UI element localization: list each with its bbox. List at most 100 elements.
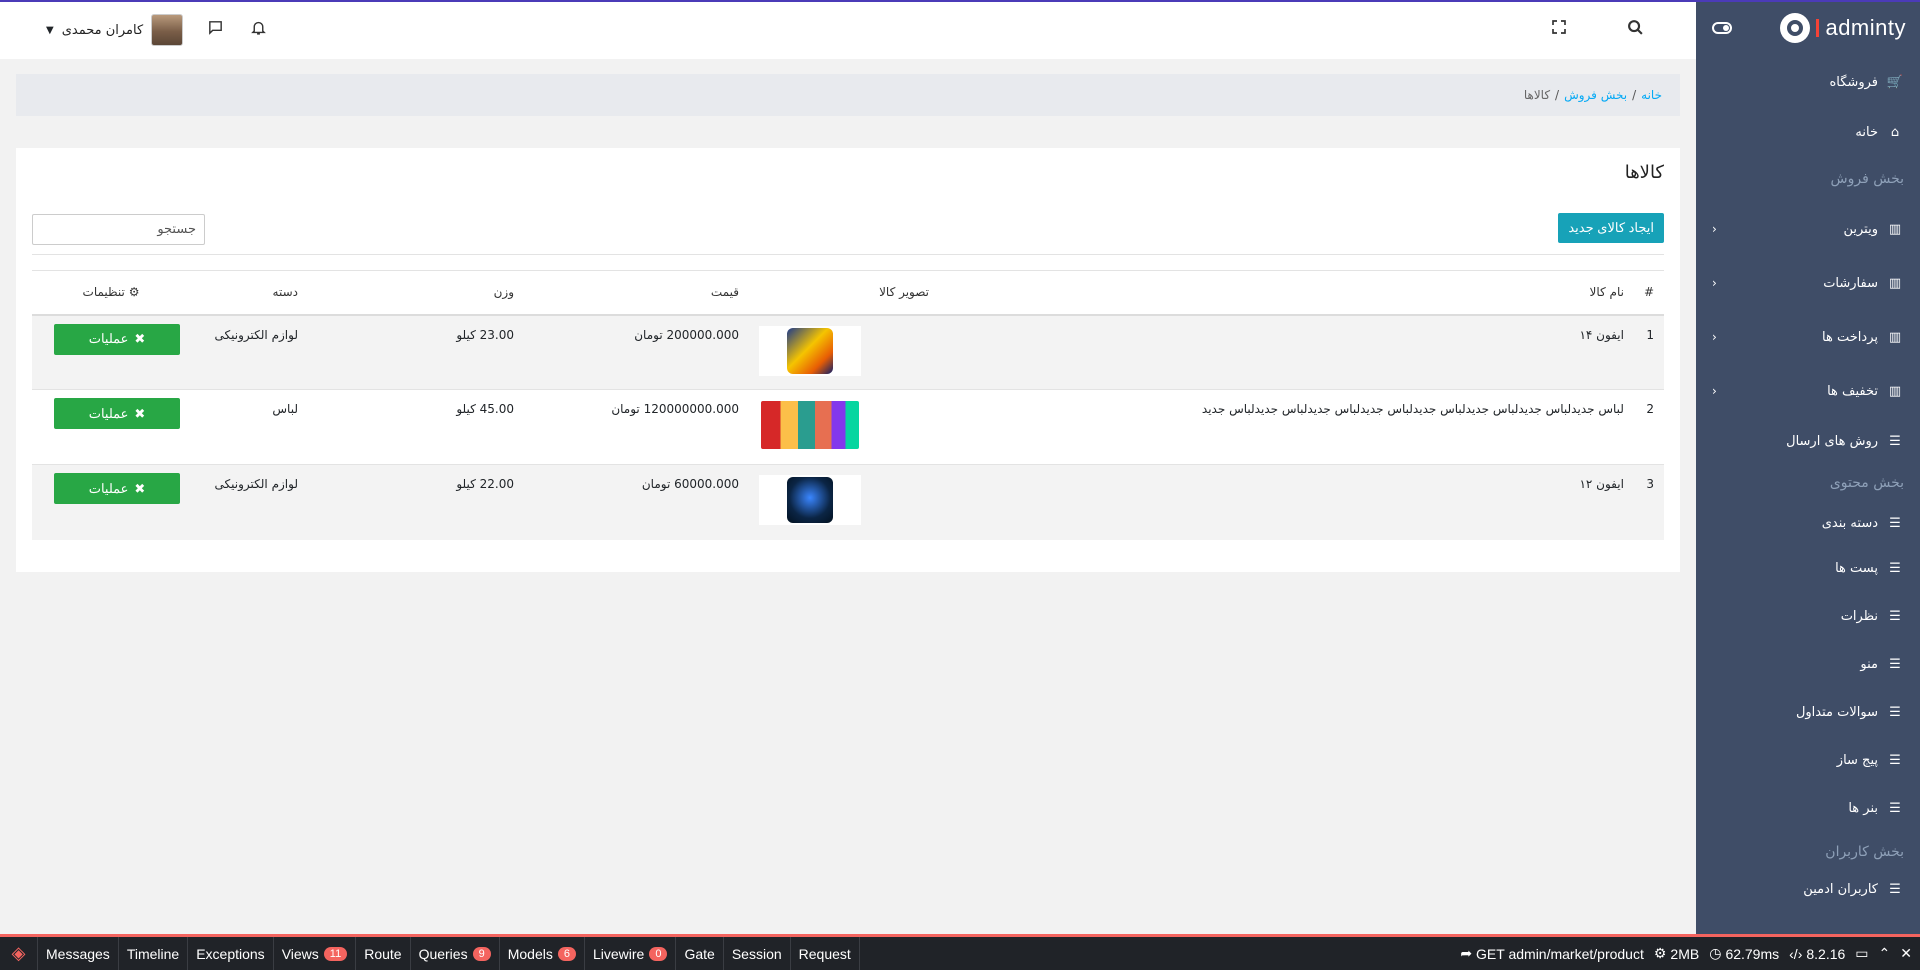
products-card: کالاها ایجاد کالای جدید # نام کالا تصویر… <box>16 148 1680 572</box>
debug-tab[interactable]: Route <box>356 937 411 970</box>
sidebar-item[interactable]: ▥ سفارشات ‹ <box>1696 256 1920 310</box>
clock-icon: ◷ <box>1709 945 1722 961</box>
brand-divider <box>1816 19 1820 37</box>
search-icon[interactable] <box>1627 19 1644 40</box>
list-icon: ☰ <box>1889 608 1901 624</box>
sidebar-toggle-icon[interactable] <box>1712 22 1732 34</box>
close-icon[interactable]: ✕ <box>1900 945 1912 962</box>
chevron-left-icon: ‹ <box>1712 276 1717 290</box>
chevron-up-icon[interactable]: ⌃ <box>1879 945 1891 962</box>
sidebar-item[interactable]: ☰ نظرات <box>1696 592 1920 640</box>
sidebar-nav: 🛒 فروشگاه ⌂ خانه بخش فروش ▥ ویترین ‹ ▥ سفارشات ‹… <box>1696 56 1920 906</box>
avatar <box>151 14 184 46</box>
code-icon: ‹/› <box>1789 945 1803 962</box>
operations-button[interactable]: ✖ عملیات <box>54 323 180 355</box>
cell-num: 2 <box>1633 389 1664 465</box>
sidebar-item[interactable]: ⌂ خانه <box>1696 108 1920 156</box>
cell-image <box>749 389 939 465</box>
sidebar-item[interactable]: ☰ کاربران ادمین <box>1696 872 1920 906</box>
fullscreen-icon[interactable] <box>1551 19 1567 39</box>
col-settings: ⚙ تنظیمات <box>32 270 190 316</box>
tools-icon: ✖ <box>134 331 146 346</box>
logo-icon <box>1780 13 1811 43</box>
sidebar-item[interactable]: ☰ پیج ساز <box>1696 736 1920 784</box>
sidebar-item-label: بنر ها <box>1848 800 1878 816</box>
cell-image <box>749 464 939 540</box>
operations-button[interactable]: ✖ عملیات <box>54 398 180 429</box>
brand-logo-group[interactable]: adminty <box>1780 13 1906 43</box>
sidebar-item[interactable]: ▥ تخفیف ها ‹ <box>1696 364 1920 418</box>
sidebar-item[interactable]: ☰ روش های ارسال <box>1696 418 1920 464</box>
top-header: ▼ کامران محمدی <box>0 2 1696 59</box>
operations-button[interactable]: ✖ عملیات <box>54 473 180 504</box>
debug-memory: ⚙ 2MB <box>1654 945 1699 962</box>
chat-icon[interactable] <box>207 19 224 40</box>
sidebar-item-label: خانه <box>1855 124 1878 140</box>
cell-num: 3 <box>1633 464 1664 540</box>
chart-icon: ▥ <box>1888 275 1902 291</box>
sidebar-item[interactable]: ☰ دسته بندی <box>1696 502 1920 544</box>
sidebar-item-label: فروشگاه <box>1829 74 1878 90</box>
debug-tab[interactable]: Messages <box>38 937 119 970</box>
chart-icon: ▥ <box>1888 329 1902 345</box>
debug-tab[interactable]: Models 6 <box>500 937 585 970</box>
chevron-left-icon: ‹ <box>1712 384 1717 398</box>
debug-tab[interactable]: Livewire 0 <box>585 937 677 970</box>
chevron-left-icon: ‹ <box>1712 222 1717 236</box>
list-icon: ☰ <box>1889 704 1901 720</box>
sidebar-item[interactable]: ☰ پست ها <box>1696 544 1920 592</box>
debug-tab-label: Queries <box>418 945 468 962</box>
col-weight: وزن <box>308 270 524 316</box>
sidebar-item[interactable]: ☰ بنر ها <box>1696 784 1920 832</box>
tools-icon: ✖ <box>134 480 146 496</box>
sidebar-item-store[interactable]: 🛒 فروشگاه <box>1696 56 1920 108</box>
cell-price: 120000000.000 تومان <box>524 389 749 465</box>
breadcrumb-sales[interactable]: بخش فروش <box>1564 88 1627 102</box>
cell-image <box>749 314 939 390</box>
sidebar-item[interactable]: ▥ پرداخت ها ‹ <box>1696 310 1920 364</box>
sidebar-item-label: سوالات متداول <box>1795 704 1878 720</box>
sidebar-item-label: پست ها <box>1835 560 1878 576</box>
sidebar-item-label: ویترین <box>1843 221 1878 237</box>
breadcrumb-home[interactable]: خانه <box>1641 88 1662 102</box>
debug-tab-badge: 6 <box>557 946 576 961</box>
folder-icon[interactable]: ▭ <box>1855 945 1868 962</box>
debug-info: ➦ GET admin/market/product ⚙ 2MB ◷ 62.79… <box>1460 937 1920 970</box>
debug-tab[interactable]: Exceptions <box>188 937 274 970</box>
brand: adminty <box>1696 2 1920 54</box>
sidebar-item[interactable]: ▥ ویترین ‹ <box>1696 202 1920 256</box>
debug-tab-label: Session <box>731 945 782 962</box>
col-num: # <box>1633 270 1664 316</box>
cart-icon: 🛒 <box>1886 74 1904 90</box>
route-text: GET admin/market/product <box>1476 945 1644 962</box>
debug-php: ‹/› 8.2.16 <box>1789 946 1845 962</box>
sidebar-item[interactable]: ☰ سوالات متداول <box>1696 688 1920 736</box>
debug-route[interactable]: ➦ GET admin/market/product <box>1460 945 1644 962</box>
sidebar-item[interactable]: ☰ منو <box>1696 640 1920 688</box>
sidebar-item-label: کاربران ادمین <box>1803 881 1878 897</box>
debug-tab-label: Models <box>507 945 553 962</box>
sidebar-caption: بخش کاربران <box>1696 832 1920 872</box>
debug-tab[interactable]: Timeline <box>119 937 189 970</box>
user-menu[interactable]: ▼ کامران محمدی <box>46 14 184 46</box>
cell-category: لوازم الکترونیکی <box>190 464 308 540</box>
cell-price: 60000.000 تومان <box>524 464 749 540</box>
col-name: نام کالا <box>939 270 1634 316</box>
time-text: 62.79ms <box>1725 945 1780 962</box>
table-row: 2 لباس جدیدلباس جدیدلباس جدیدلباس جدیدلب… <box>32 389 1664 465</box>
cell-name: لباس جدیدلباس جدیدلباس جدیدلباس جدیدلباس… <box>939 389 1634 465</box>
breadcrumb-separator: / <box>1632 88 1637 102</box>
debug-tab[interactable]: Request <box>791 937 860 970</box>
create-product-button[interactable]: ایجاد کالای جدید <box>1558 213 1664 243</box>
product-image <box>759 325 861 376</box>
debug-tab[interactable]: Gate <box>676 937 724 970</box>
sidebar-item-label: منو <box>1860 656 1878 672</box>
sidebar-caption: بخش محتوی <box>1696 464 1920 502</box>
debug-tab-badge: 11 <box>323 946 348 961</box>
debug-tab[interactable]: Session <box>724 937 791 970</box>
laravel-logo-icon[interactable]: ◈ <box>0 937 38 970</box>
search-input[interactable] <box>32 214 205 245</box>
bell-icon[interactable] <box>250 19 267 40</box>
debug-tab[interactable]: Queries 9 <box>411 937 500 970</box>
debug-tab[interactable]: Views 11 <box>274 937 357 970</box>
